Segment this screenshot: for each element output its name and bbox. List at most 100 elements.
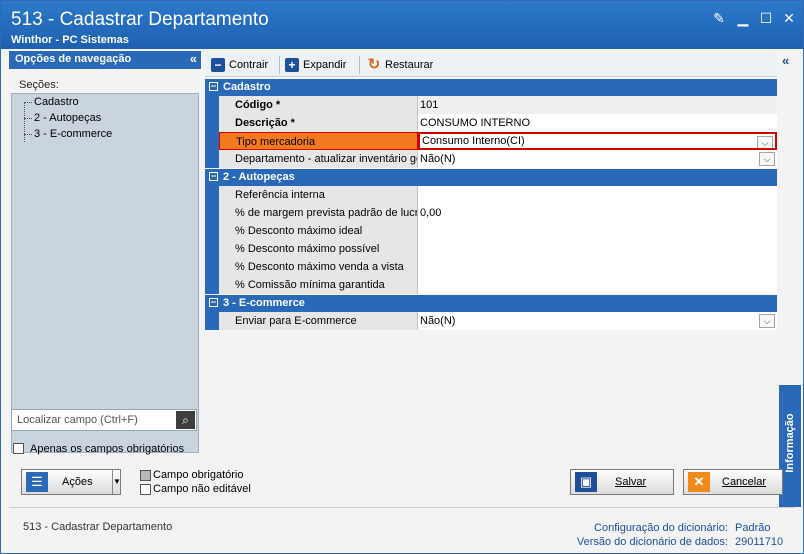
expand-label: Expandir <box>303 59 347 71</box>
category-autopecas[interactable]: − 2 - Autopeças <box>205 169 777 186</box>
row-gutter <box>205 312 219 330</box>
grid-row-comissao-minima[interactable]: % Comissão mínima garantida <box>205 276 777 294</box>
tree-item-ecommerce[interactable]: 3 - E-commerce <box>34 128 112 142</box>
collapse-category-icon[interactable]: − <box>209 82 218 91</box>
grid-row-margem-prevista[interactable]: % de margem prevista padrão de lucro 0,0… <box>205 204 777 222</box>
collapse-category-icon[interactable]: − <box>209 298 218 307</box>
row-label: % de margem prevista padrão de lucro <box>219 204 418 222</box>
not-editable-legend-label: Campo não editável <box>153 483 251 495</box>
row-label: Departamento - atualizar inventário gera… <box>219 150 418 168</box>
search-icon[interactable]: ⌕ <box>176 411 195 429</box>
collapse-category-icon[interactable]: − <box>209 172 218 181</box>
restore-button[interactable]: ↻ Restaurar <box>367 56 434 74</box>
grid-row-descricao[interactable]: Descrição * CONSUMO INTERNO <box>205 114 777 132</box>
navigation-header: Opções de navegação « <box>9 51 201 69</box>
restore-icon: ↻ <box>367 56 381 73</box>
info-tab-label: Informação <box>784 413 796 473</box>
row-gutter <box>205 222 219 240</box>
required-only-checkbox[interactable] <box>13 443 24 454</box>
desconto-vista-field[interactable] <box>418 258 777 276</box>
row-gutter <box>205 132 219 150</box>
sections-label: Seções: <box>19 79 59 91</box>
comissao-minima-field[interactable] <box>418 276 777 294</box>
category-cadastro[interactable]: − Cadastro <box>205 79 777 96</box>
collapse-button[interactable]: − Contrair <box>211 56 268 74</box>
enviar-ecommerce-select[interactable]: Não(N) ⌵ <box>418 312 777 330</box>
info-panel: « Informação <box>779 53 801 507</box>
window-title: 513 - Cadastrar Departamento <box>11 9 269 30</box>
actions-label: Ações <box>62 476 93 488</box>
category-title: 2 - Autopeças <box>223 171 295 183</box>
edit-window-icon[interactable]: ✎ <box>712 11 726 25</box>
plus-icon: + <box>285 58 299 72</box>
window-subtitle: Winthor - PC Sistemas <box>11 34 129 46</box>
chevron-down-icon[interactable]: ⌵ <box>759 152 775 166</box>
required-legend-label: Campo obrigatório <box>153 469 244 481</box>
minimize-icon[interactable]: ▁ <box>736 11 750 25</box>
row-gutter <box>205 276 219 294</box>
chevron-down-icon[interactable]: ⌵ <box>757 136 773 148</box>
grid-row-tipo-mercadoria[interactable]: Tipo mercadoria Consumo Interno(CI) ⌵ <box>205 132 777 150</box>
restore-label: Restaurar <box>385 59 434 71</box>
tree-connector <box>24 102 32 103</box>
required-only-label: Apenas os campos obrigatórios <box>30 443 185 455</box>
close-icon[interactable]: ✕ <box>782 11 796 25</box>
grid-row-desconto-vista[interactable]: % Desconto máximo venda a vista <box>205 258 777 276</box>
descricao-field[interactable]: CONSUMO INTERNO <box>418 114 777 132</box>
cancel-label: Cancelar <box>722 476 767 488</box>
minus-icon: − <box>211 58 225 72</box>
dict-config-value: Padrão <box>735 522 771 534</box>
search-placeholder: Localizar campo (Ctrl+F) <box>17 414 138 426</box>
chevron-down-icon[interactable]: ⌵ <box>759 314 775 328</box>
grid-row-referencia-interna[interactable]: Referência interna <box>205 186 777 204</box>
expand-button[interactable]: + Expandir <box>285 56 346 74</box>
required-legend-swatch <box>140 470 151 481</box>
grid-row-atualizar-inventario[interactable]: Departamento - atualizar inventário gera… <box>205 150 777 168</box>
save-button[interactable]: ▣ Salvar <box>570 469 674 495</box>
not-editable-legend-swatch <box>140 484 151 495</box>
desconto-possivel-field[interactable] <box>418 240 777 258</box>
selected-value: Não(N) <box>420 153 456 165</box>
grid-row-desconto-ideal[interactable]: % Desconto máximo ideal <box>205 222 777 240</box>
codigo-value: 101 <box>418 96 777 114</box>
tree-item-cadastro[interactable]: Cadastro <box>34 96 79 110</box>
actions-button[interactable]: ☰ Ações ▼ <box>21 469 121 495</box>
row-label: Tipo mercadoria <box>219 132 418 150</box>
expand-info-icon[interactable]: « <box>782 53 789 68</box>
tree-connector <box>24 134 32 135</box>
grid-row-enviar-ecommerce[interactable]: Enviar para E-commerce Não(N) ⌵ <box>205 312 777 330</box>
grid-row-codigo[interactable]: Código * 101 <box>205 96 777 114</box>
grid-toolbar: − Contrair + Expandir ↻ Restaurar <box>205 53 777 77</box>
grid-row-desconto-possivel[interactable]: % Desconto máximo possível <box>205 240 777 258</box>
save-label: Salvar <box>615 476 647 488</box>
tree-connector <box>24 102 25 142</box>
collapse-nav-icon[interactable]: « <box>190 51 197 66</box>
category-ecommerce[interactable]: − 3 - E-commerce <box>205 295 777 312</box>
row-label: Referência interna <box>219 186 418 204</box>
dict-version-label: Versão do dicionário de dados: <box>576 536 728 548</box>
category-title: Cadastro <box>223 81 271 93</box>
row-gutter <box>205 204 219 222</box>
maximize-icon[interactable]: ☐ <box>759 11 773 25</box>
atualizar-inventario-select[interactable]: Não(N) ⌵ <box>418 150 777 168</box>
actions-dropdown-icon[interactable]: ▼ <box>112 470 121 494</box>
row-label: Descrição * <box>219 114 418 132</box>
dict-config-line: Configuração do dicionário: Padrão <box>577 521 791 535</box>
row-gutter <box>205 114 219 132</box>
cancel-button[interactable]: ✕ Cancelar <box>683 469 783 495</box>
dict-version-line: Versão do dicionário de dados: 29011710 <box>577 535 791 549</box>
tipo-mercadoria-select[interactable]: Consumo Interno(CI) ⌵ <box>418 132 777 150</box>
save-icon: ▣ <box>575 472 597 492</box>
row-gutter <box>205 96 219 114</box>
cancel-icon: ✕ <box>688 472 710 492</box>
actions-icon: ☰ <box>26 472 48 492</box>
main-window: 513 - Cadastrar Departamento Winthor - P… <box>0 0 804 554</box>
field-search-input[interactable]: Localizar campo (Ctrl+F) ⌕ <box>11 409 197 431</box>
tree-item-autopecas[interactable]: 2 - Autopeças <box>34 112 101 126</box>
margem-prevista-field[interactable]: 0,00 <box>418 204 777 222</box>
desconto-ideal-field[interactable] <box>418 222 777 240</box>
row-label: Código * <box>219 96 418 114</box>
referencia-interna-field[interactable] <box>418 186 777 204</box>
row-label: % Comissão mínima garantida <box>219 276 418 294</box>
footer-routine: 513 - Cadastrar Departamento <box>23 521 173 533</box>
